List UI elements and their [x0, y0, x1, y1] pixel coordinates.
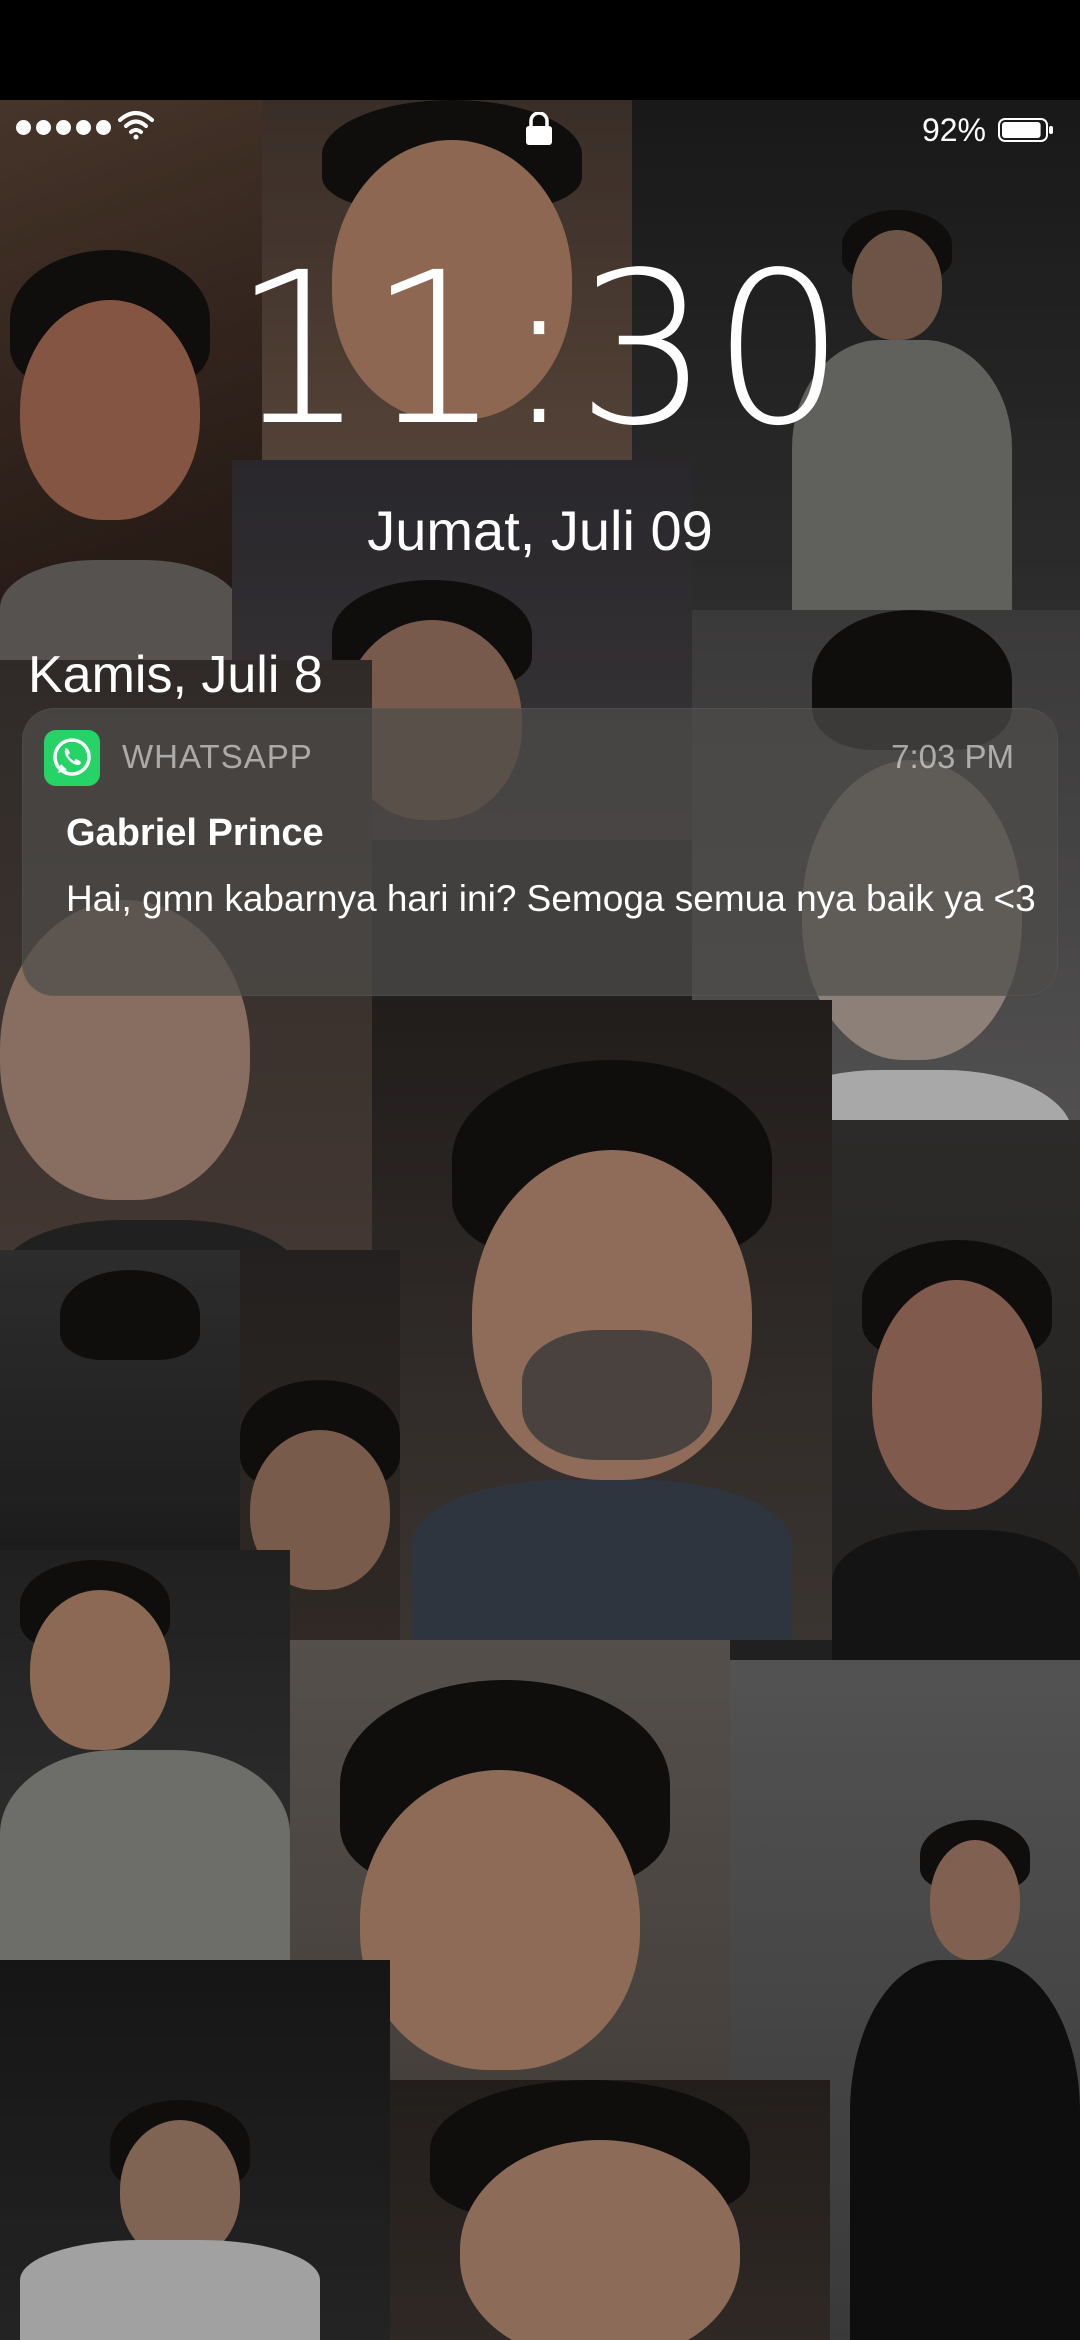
signal-dot	[76, 120, 91, 135]
lock-screen-date: Jumat, Juli 09	[367, 499, 713, 562]
lock-icon	[526, 112, 552, 145]
notification-app-name: WHATSAPP	[122, 738, 313, 775]
signal-dots	[16, 120, 111, 135]
battery-icon	[998, 118, 1053, 142]
signal-dot	[96, 120, 111, 135]
notification-sender: Gabriel Prince	[66, 812, 324, 854]
top-black-band	[0, 0, 1080, 100]
signal-dot	[16, 120, 31, 135]
notification-time: 7:03 PM	[891, 738, 1014, 775]
signal-dot	[36, 120, 51, 135]
battery-percentage: 92%	[921, 112, 986, 148]
notification-section-date: Kamis, Juli 8	[28, 646, 323, 704]
lock-screen-clock: 11:30	[232, 227, 848, 472]
whatsapp-notification[interactable]: WHATSAPP 7:03 PM Gabriel Prince Hai, gmn…	[22, 708, 1058, 996]
signal-dot	[56, 120, 71, 135]
wifi-icon	[118, 111, 154, 140]
whatsapp-icon	[44, 730, 100, 786]
lock-screen: 92% 11:30 Jumat, Juli 09 Kamis, Juli 8 W…	[0, 0, 1080, 2340]
notification-message: Hai, gmn kabarnya hari ini? Semoga semua…	[66, 878, 1036, 919]
